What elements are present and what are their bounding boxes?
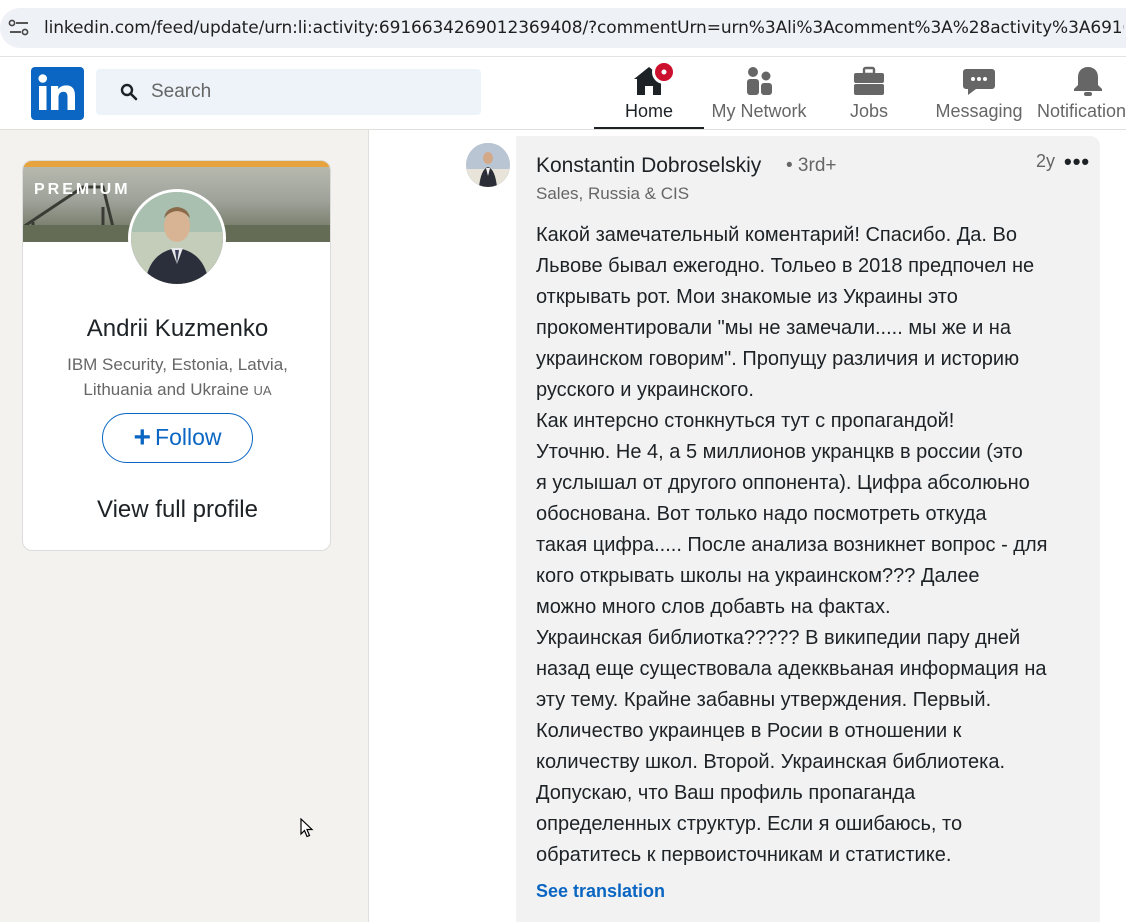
nav-my-network[interactable]: My Network xyxy=(704,57,814,129)
url-text[interactable]: linkedin.com/feed/update/urn:li:activity… xyxy=(44,18,1124,38)
commenter-photo xyxy=(466,143,510,187)
comment-time: 2y xyxy=(1036,151,1056,171)
mouse-cursor-icon xyxy=(300,818,314,838)
follow-button[interactable]: + Follow xyxy=(102,413,253,463)
connection-degree: • 3rd+ xyxy=(786,155,837,176)
profile-name[interactable]: Andrii Kuzmenko xyxy=(23,315,330,343)
browser-address-bar: linkedin.com/feed/update/urn:li:activity… xyxy=(0,0,1126,57)
search-box[interactable] xyxy=(96,69,481,115)
nav-messaging[interactable]: Messaging xyxy=(924,57,1034,129)
nav-home-label: Home xyxy=(624,101,673,121)
bell-icon xyxy=(1074,67,1102,96)
search-icon xyxy=(120,83,138,101)
comment-author[interactable]: Konstantin Dobroselskiy xyxy=(536,154,761,178)
search-input[interactable] xyxy=(151,69,471,115)
premium-label: PREMIUM xyxy=(34,181,131,198)
comment-bubble: Konstantin Dobroselskiy • 3rd+ 2y ••• Sa… xyxy=(516,136,1100,922)
country-tag: UA xyxy=(253,383,272,398)
profile-avatar[interactable] xyxy=(128,189,226,287)
nav-home[interactable]: Home xyxy=(594,57,704,129)
site-info-icon[interactable] xyxy=(8,18,30,38)
nav-messaging-label: Messaging xyxy=(935,101,1023,121)
nav-notifications[interactable]: Notification xyxy=(1034,57,1126,129)
profile-photo xyxy=(131,192,223,284)
nav-notifications-label: Notification xyxy=(1037,101,1126,121)
view-full-profile-link[interactable]: View full profile xyxy=(23,496,330,524)
nav-my-network-label: My Network xyxy=(711,101,807,121)
commenter-avatar[interactable] xyxy=(466,143,510,187)
feed-column: Konstantin Dobroselskiy • 3rd+ 2y ••• Sa… xyxy=(368,130,1126,922)
top-navigation: Home My Network Jobs Messaging xyxy=(0,57,1126,130)
briefcase-icon xyxy=(854,66,884,95)
more-options-icon[interactable]: ••• xyxy=(1064,149,1090,175)
people-icon xyxy=(747,67,772,95)
notification-badge xyxy=(652,60,676,84)
nav-jobs-label: Jobs xyxy=(849,101,889,121)
comment-text: Какой замечательный коментарий! Спасибо.… xyxy=(536,224,1048,866)
see-translation-link[interactable]: See translation xyxy=(536,881,665,902)
profile-card: PREMIUM Andrii Kuzmenko IBM Security, Es… xyxy=(22,160,331,551)
linkedin-logo[interactable] xyxy=(31,67,84,120)
author-headline: Sales, Russia & CIS xyxy=(536,184,690,203)
follow-label: Follow xyxy=(155,424,222,450)
plus-icon: + xyxy=(133,421,152,454)
url-field[interactable]: linkedin.com/feed/update/urn:li:activity… xyxy=(0,8,1126,48)
nav-jobs[interactable]: Jobs xyxy=(814,57,924,129)
chat-icon xyxy=(963,69,995,95)
linkedin-logo-icon xyxy=(38,74,75,110)
profile-headline: IBM Security, Estonia, Latvia, Lithuania… xyxy=(43,352,312,403)
